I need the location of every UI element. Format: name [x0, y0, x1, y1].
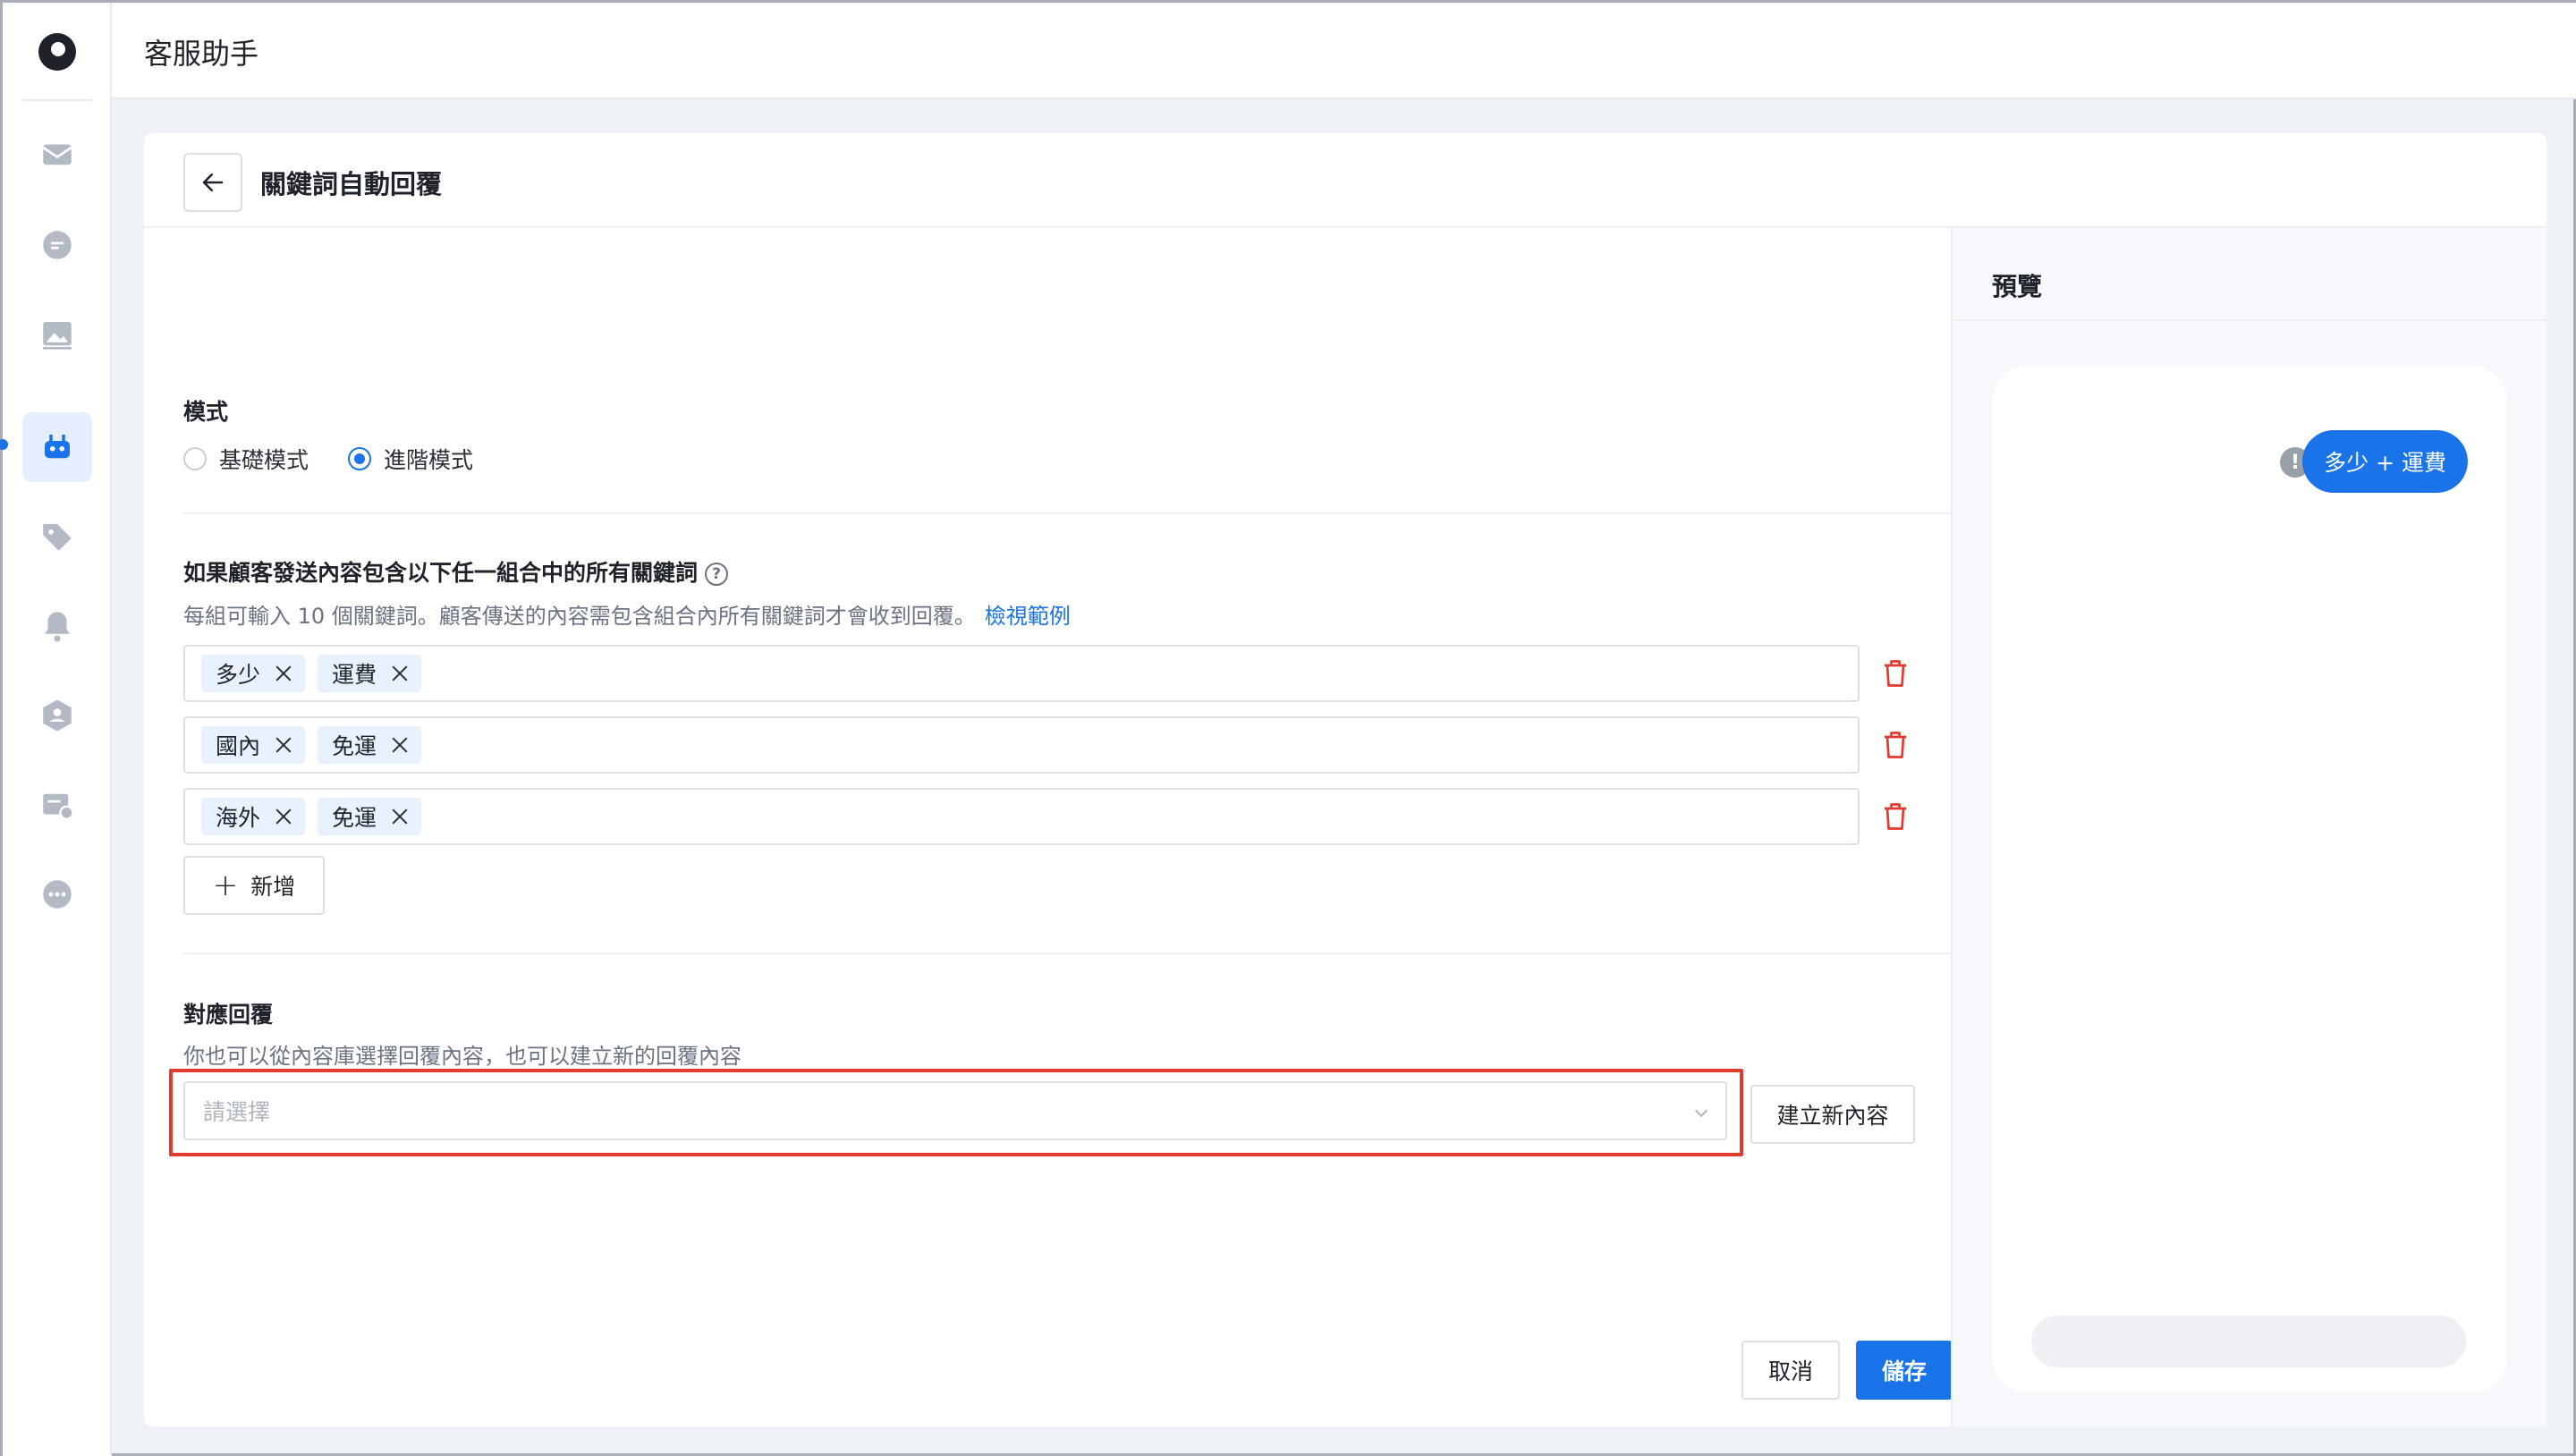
delete-group-1-icon[interactable] — [1879, 656, 1911, 691]
preview-panel: 預覽 ! 多少 + 運費 — [1951, 228, 2548, 1426]
app-title: 客服助手 — [144, 37, 259, 71]
preview-title: 預覽 — [1992, 272, 2043, 301]
arrow-left-icon — [202, 174, 224, 191]
tag-label: 免運 — [332, 805, 377, 831]
remove-tag-icon[interactable] — [275, 665, 292, 682]
tag-label: 多少 — [216, 662, 261, 688]
ticket-icon[interactable] — [22, 770, 92, 840]
help-icon[interactable]: ? — [705, 563, 729, 586]
keyword-group-2[interactable]: 國內 免運 — [183, 716, 1860, 774]
tag-label: 國內 — [216, 733, 261, 759]
header: 客服助手 — [112, 3, 2576, 99]
chat-preview: ! 多少 + 運費 — [1992, 366, 2507, 1393]
keywords-description: 每組可輸入 10 個關鍵詞。顧客傳送的內容需包含組合內所有關鍵詞才會收到回覆。 — [183, 604, 976, 629]
team-icon[interactable] — [22, 681, 92, 750]
form-area: 模式 基礎模式 進階模式 如果顧客發送內容包含以下任一組合中的所有關鍵詞? 每組… — [169, 228, 2053, 1426]
plus-icon: + — [212, 868, 239, 903]
delete-group-3-icon[interactable] — [1879, 799, 1911, 834]
remove-tag-icon[interactable] — [275, 808, 292, 825]
active-indicator — [0, 439, 8, 450]
remove-tag-icon[interactable] — [391, 665, 409, 682]
sidebar-divider — [22, 99, 92, 101]
keyword-tag: 國內 — [201, 726, 306, 764]
create-content-button[interactable]: 建立新內容 — [1750, 1085, 1915, 1144]
bell-icon[interactable] — [22, 591, 92, 661]
more-icon[interactable] — [22, 859, 92, 929]
chat-icon[interactable] — [22, 210, 92, 280]
keyword-group-3[interactable]: 海外 免運 — [183, 788, 1860, 845]
radio-basic-mode[interactable] — [183, 447, 207, 470]
keywords-description-row: 每組可輸入 10 個關鍵詞。顧客傳送的內容需包含組合內所有關鍵詞才會收到回覆。檢… — [183, 598, 1071, 630]
message-bubble: 多少 + 運費 — [2302, 430, 2468, 493]
card-header: 關鍵詞自動回覆 — [144, 133, 2546, 228]
chat-input-placeholder — [2031, 1316, 2466, 1367]
select-placeholder: 請選擇 — [203, 1099, 271, 1125]
mode-label: 模式 — [183, 399, 229, 425]
tag-label: 運費 — [332, 662, 377, 688]
chevron-down-icon — [1694, 1104, 1708, 1118]
view-example-link[interactable]: 檢視範例 — [985, 604, 1071, 629]
tag-icon[interactable] — [22, 502, 92, 571]
keyword-tag: 海外 — [201, 798, 306, 835]
reply-title: 對應回覆 — [183, 1002, 274, 1028]
add-group-button[interactable]: + 新增 — [183, 856, 325, 915]
keywords-title: 如果顧客發送內容包含以下任一組合中的所有關鍵詞 — [183, 560, 699, 586]
keyword-tag: 多少 — [201, 655, 306, 692]
add-group-label: 新增 — [250, 874, 296, 900]
tag-label: 免運 — [332, 733, 377, 759]
sidebar — [0, 3, 112, 1456]
keyword-group-1[interactable]: 多少 運費 — [183, 645, 1860, 702]
remove-tag-icon[interactable] — [391, 808, 409, 825]
reply-description: 你也可以從內容庫選擇回覆內容，也可以建立新的回覆內容 — [183, 1044, 741, 1069]
cancel-button[interactable]: 取消 — [1741, 1341, 1840, 1400]
keywords-title-row: 如果顧客發送內容包含以下任一組合中的所有關鍵詞? — [183, 555, 729, 588]
page-title: 關鍵詞自動回覆 — [260, 169, 443, 199]
save-button[interactable]: 儲存 — [1856, 1341, 1953, 1400]
remove-tag-icon[interactable] — [275, 736, 292, 754]
reply-content-select[interactable]: 請選擇 — [183, 1081, 1727, 1140]
remove-tag-icon[interactable] — [391, 736, 409, 754]
back-button[interactable] — [183, 153, 242, 212]
app-window: 客服助手 關鍵詞自動回覆 模式 基礎模式 進階模式 如果顧客發送內容包含以下任一… — [0, 0, 2576, 1456]
inbox-icon[interactable] — [22, 119, 92, 189]
radio-advanced-label[interactable]: 進階模式 — [384, 443, 473, 475]
tag-label: 海外 — [216, 805, 261, 831]
radio-basic-label[interactable]: 基礎模式 — [219, 443, 309, 475]
main-card: 關鍵詞自動回覆 模式 基礎模式 進階模式 如果顧客發送內容包含以下任一組合中的所… — [144, 133, 2548, 1426]
keyword-tag: 運費 — [318, 655, 422, 692]
image-icon[interactable] — [22, 300, 92, 369]
logo-icon[interactable] — [38, 33, 76, 71]
section-divider — [183, 512, 2053, 514]
section-divider — [183, 952, 2053, 954]
preview-divider — [1953, 319, 2548, 321]
keyword-tag: 免運 — [318, 726, 422, 764]
radio-advanced-mode[interactable] — [348, 447, 372, 470]
bot-icon[interactable] — [22, 412, 92, 482]
delete-group-2-icon[interactable] — [1879, 727, 1911, 763]
keyword-tag: 免運 — [318, 798, 422, 835]
mode-radio-group: 基礎模式 進階模式 — [183, 443, 513, 475]
